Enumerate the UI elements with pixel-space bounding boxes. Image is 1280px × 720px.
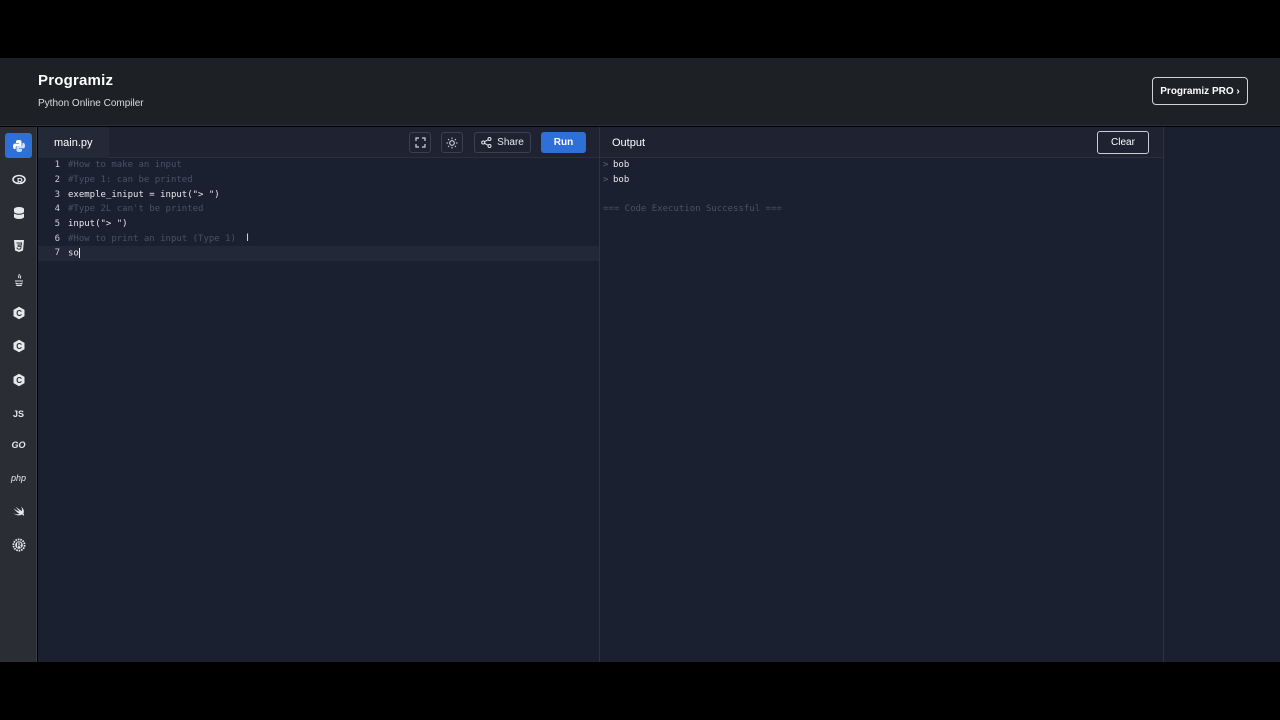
go-icon[interactable]: GO [5,432,32,457]
share-button[interactable]: Share [474,132,531,153]
svg-text:C: C [16,376,22,385]
fullscreen-button[interactable] [409,132,431,153]
php-icon[interactable]: php [5,465,32,490]
output-line: > bob [600,158,782,173]
text-caret [78,248,80,259]
code-editor-panel: main.py Share Run 1 #How to make an inpu… [38,127,599,662]
code-text[interactable]: #Type 2L can't be printed [68,204,203,214]
code-text-current[interactable]: so [68,248,80,259]
sun-icon [446,137,458,148]
line-number: 6 [54,233,60,244]
programiz-logo[interactable]: Programiz [38,72,113,89]
python-icon[interactable] [5,133,32,158]
code-text[interactable]: exemple_iniput = input("> ") [68,190,220,200]
page-subtitle: Python Online Compiler [38,98,144,109]
ibeam-cursor-icon: I [246,232,250,244]
line-number: 1 [54,160,60,171]
output-toolbar: Output Clear [600,127,1163,158]
header: Programiz Python Online Compiler Program… [0,58,1280,126]
editor-toolbar: main.py Share Run [38,127,599,158]
c-icon[interactable]: C [5,300,32,325]
output-blank-line [600,187,782,202]
html5-icon[interactable] [5,233,32,258]
output-console[interactable]: > bob > bob === Code Execution Successful … [600,158,782,217]
line-number: 5 [54,219,60,230]
output-text: bob [613,160,630,171]
svg-text:C: C [16,342,22,351]
code-area[interactable]: 1 #How to make an input 2 #Type 1: can b… [38,158,599,261]
svg-text:R: R [17,177,23,186]
code-line[interactable]: 1 #How to make an input [38,158,599,173]
letterbox-bottom [0,662,1280,720]
code-text[interactable]: #Type 1: can be printed [68,175,193,185]
code-line[interactable]: 3 exemple_iniput = input("> ") [38,187,599,202]
share-icon [481,137,492,148]
line-number: 4 [54,204,60,215]
code-line[interactable]: 5 input("> ") [38,217,599,232]
output-panel: Output Clear > bob > bob === Code Executio… [600,127,1163,662]
code-text[interactable]: input("> ") [68,219,128,229]
output-line: === Code Execution Successful === [600,202,782,217]
code-text[interactable]: #How to make an input [68,160,182,170]
sql-icon[interactable] [5,200,32,225]
output-line: > bob [600,173,782,188]
code-line[interactable]: 6 #How to print an input (Type 1) [38,231,599,246]
prompt-symbol: > [603,160,609,171]
svg-text:R: R [16,542,21,549]
svg-text:C: C [16,309,22,318]
right-gutter [1163,127,1280,662]
prompt-symbol: > [603,175,609,186]
php-icon-label: php [10,472,27,483]
line-number: 3 [54,189,60,200]
rust-icon[interactable]: R [5,532,32,557]
code-line[interactable]: 2 #Type 1: can be printed [38,173,599,188]
run-button[interactable]: Run [541,132,586,153]
swift-icon[interactable] [5,499,32,524]
fullscreen-icon [414,137,426,148]
code-line[interactable]: 4 #Type 2L can't be printed [38,202,599,217]
cpp-icon[interactable]: C [5,333,32,358]
theme-toggle-button[interactable] [441,132,463,153]
line-number: 2 [54,175,60,186]
js-icon[interactable]: JS [5,401,32,426]
line-number: 7 [54,248,60,259]
r-icon[interactable]: R [5,167,32,192]
output-title: Output [612,136,646,149]
code-line-current[interactable]: 7 so [38,246,599,261]
js-icon-label: JS [12,408,24,419]
file-tab-main[interactable]: main.py [38,127,109,158]
share-label: Share [497,137,524,148]
language-sidebar: R C C C JS GO php R [0,127,37,662]
clear-button[interactable]: Clear [1097,131,1149,154]
csharp-icon[interactable]: C [5,367,32,392]
code-text[interactable]: #How to print an input (Type 1) [68,234,236,244]
letterbox-top [0,0,1280,58]
code-text: so [68,248,79,259]
java-icon[interactable] [5,267,32,292]
execution-status: === Code Execution Successful === [603,204,782,215]
programiz-pro-button[interactable]: Programiz PRO › [1152,77,1248,105]
output-text: bob [613,175,630,186]
go-icon-label: GO [11,439,26,450]
